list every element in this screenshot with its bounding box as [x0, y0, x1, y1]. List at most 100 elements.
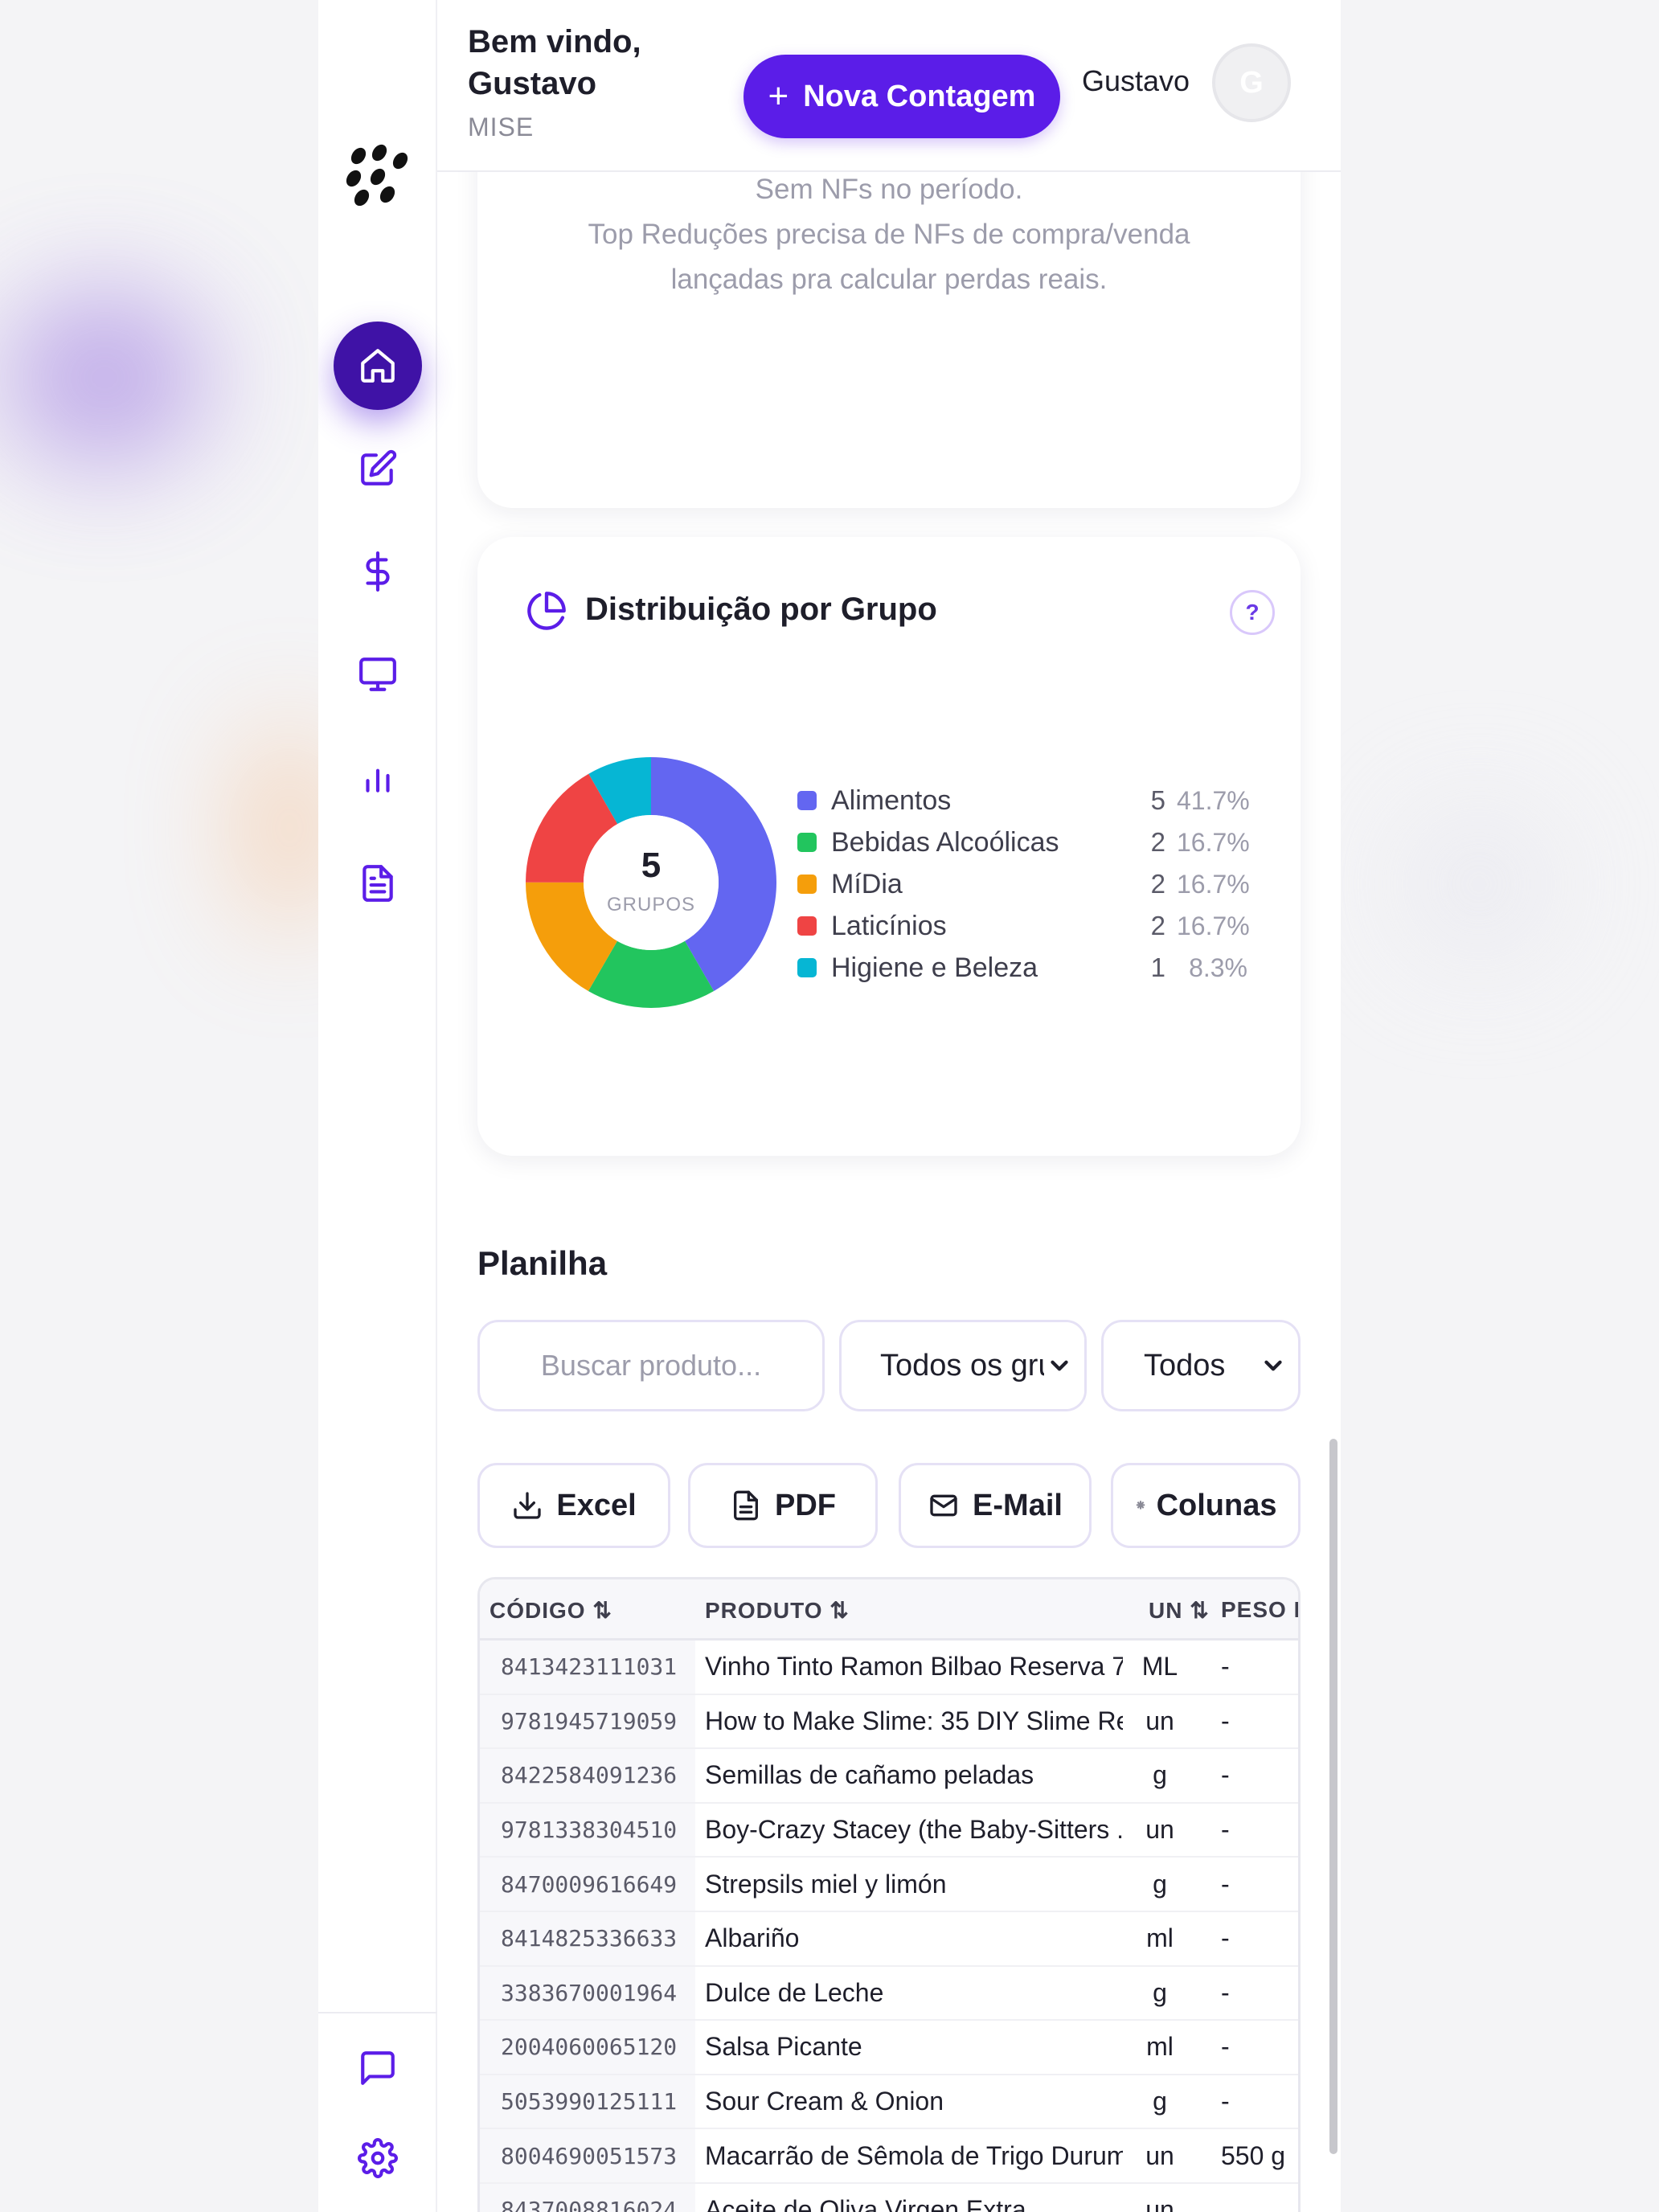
bar-chart-icon [366, 768, 390, 793]
nav-reports[interactable] [334, 733, 422, 821]
cell-weight: - [1221, 1869, 1230, 1899]
help-button[interactable]: ? [1230, 590, 1275, 635]
cell-product: Macarrão de Sêmola de Trigo Durum... [705, 2140, 1123, 2170]
cell-unit: ML [1141, 1652, 1178, 1682]
cell-product: Semillas de cañamo peladas [705, 1760, 1034, 1790]
legend-percent: 16.7% [1177, 869, 1250, 899]
export-excel-button[interactable]: Excel [477, 1463, 670, 1548]
column-header-code[interactable]: CÓDIGO ⇅ [490, 1597, 612, 1624]
chevron-down-icon [1264, 1360, 1282, 1371]
cell-code: 8470009616649 [480, 1858, 695, 1911]
nav-home[interactable] [334, 322, 422, 410]
cell-code: 9781338304510 [480, 1803, 695, 1857]
status-filter-select[interactable]: Todos [1101, 1320, 1301, 1411]
table-row[interactable]: 3383670001964 Dulce de Leche g - [480, 1966, 1298, 2022]
search-input[interactable] [480, 1322, 822, 1409]
empty-message-line2: Top Reduções precisa de NFs de compra/ve… [588, 219, 1190, 250]
send-email-button[interactable]: E-Mail [899, 1463, 1092, 1548]
legend-percent: 16.7% [1177, 911, 1250, 940]
donut-center-value: 5 [641, 846, 662, 885]
cell-code: 8004690051573 [480, 2129, 695, 2182]
legend-count: 1 [1150, 952, 1165, 982]
cell-unit: g [1153, 1760, 1167, 1790]
cell-unit: ml [1146, 2032, 1174, 2062]
monitor-icon [359, 657, 396, 691]
column-header-product[interactable]: PRODUTO ⇅ [705, 1597, 850, 1624]
legend-swatch [797, 875, 817, 894]
cell-code: 8422584091236 [480, 1749, 695, 1802]
excel-label: Excel [556, 1488, 637, 1522]
nav-chat[interactable] [334, 2024, 422, 2112]
cell-weight: - [1221, 1706, 1230, 1735]
nav-edit[interactable] [334, 424, 422, 513]
chat-icon [361, 2051, 395, 2085]
spreadsheet-title: Planilha [477, 1244, 608, 1282]
cell-unit: g [1153, 1869, 1167, 1899]
column-header-unit[interactable]: UN ⇅ [1149, 1597, 1210, 1624]
legend-label: Alimentos [831, 784, 952, 816]
legend-item[interactable]: Alimentos 5 41.7% [797, 780, 1250, 821]
scrollbar[interactable] [1329, 1439, 1337, 2154]
avatar[interactable]: G [1212, 43, 1291, 122]
table-header: CÓDIGO ⇅ PRODUTO ⇅ UN ⇅ PESO B [480, 1579, 1298, 1641]
table-row[interactable]: 8422584091236 Semillas de cañamo peladas g… [480, 1749, 1298, 1804]
group-distribution-card: Distribuição por Grupo ? 5 GRUPOS Alimen… [477, 537, 1301, 1156]
cell-product: Strepsils miel y limón [705, 1869, 947, 1899]
pie-chart-icon [527, 592, 566, 630]
app-window: Bem vindo, Gustavo MISE + Nova Contagem … [318, 0, 1341, 2212]
distribution-title: Distribuição por Grupo [585, 592, 937, 627]
table-row[interactable]: 2004060065120 Salsa Picante ml - [480, 2021, 1298, 2075]
legend-item[interactable]: MíDia 2 16.7% [797, 863, 1250, 905]
cell-unit: g [1153, 1977, 1167, 2007]
legend-count: 2 [1150, 911, 1165, 940]
sidebar-divider [318, 2012, 437, 2013]
legend-item[interactable]: Higiene e Beleza 1 8.3% [797, 947, 1247, 989]
legend-swatch [797, 791, 817, 810]
export-pdf-button[interactable]: PDF [688, 1463, 878, 1548]
cell-weight: - [1221, 2032, 1230, 2062]
nav-finance[interactable] [334, 527, 422, 616]
search-field[interactable] [477, 1320, 825, 1411]
user-name[interactable]: Gustavo [1082, 64, 1190, 98]
table-row[interactable]: 8004690051573 Macarrão de Sêmola de Trigo… [480, 2129, 1298, 2184]
new-count-button[interactable]: + Nova Contagem [743, 55, 1060, 138]
file-icon [734, 1490, 758, 1521]
cell-product: Vinho Tinto Ramon Bilbao Reserva 75... [705, 1652, 1123, 1682]
column-header-weight[interactable]: PESO B [1221, 1597, 1298, 1623]
legend-count: 5 [1150, 785, 1165, 815]
welcome-title: Bem vindo, Gustavo [468, 24, 641, 101]
mise-logo[interactable] [342, 141, 413, 207]
cell-unit: un [1145, 1706, 1174, 1735]
table-row[interactable]: 9781945719059 How to Make Slime: 35 DIY S… [480, 1694, 1298, 1750]
table-row[interactable]: 9781338304510 Boy-Crazy Stacey (the Baby-… [480, 1803, 1298, 1858]
legend-item[interactable]: Laticínios 2 16.7% [797, 905, 1250, 947]
table-row[interactable]: 8413423111031 Vinho Tinto Ramon Bilbao Re… [480, 1641, 1298, 1695]
cell-weight: - [1221, 1760, 1230, 1790]
cell-weight: - [1221, 1977, 1230, 2007]
empty-message-line1: Sem NFs no período. [755, 174, 1023, 205]
legend-count: 2 [1150, 827, 1165, 857]
nav-settings[interactable] [334, 2114, 422, 2202]
cell-weight: - [1221, 1923, 1230, 1953]
cell-code: 2004060065120 [480, 2021, 695, 2074]
table-row[interactable]: 5053990125111 Sour Cream & Onion g - [480, 2075, 1298, 2130]
nav-monitor[interactable] [334, 630, 422, 719]
nav-documents[interactable] [334, 839, 422, 928]
legend-swatch [797, 958, 817, 977]
chevron-down-icon [1051, 1360, 1068, 1371]
cell-code: 8413423111031 [480, 1641, 695, 1694]
legend-label: Bebidas Alcoólicas [831, 826, 1059, 858]
cell-unit: un [1145, 1815, 1174, 1845]
table-row[interactable]: 8414825336633 Albariño ml - [480, 1911, 1298, 1967]
table-row[interactable]: 8470009616649 Strepsils miel y limón g - [480, 1858, 1298, 1912]
home-icon [361, 349, 395, 383]
group-filter-select[interactable]: Todos os grupos [839, 1320, 1087, 1411]
columns-button[interactable]: ⁕ Colunas [1111, 1463, 1301, 1548]
organization-name: MISE [468, 113, 535, 141]
cell-product: Aceite de Oliva Virgen Extra [705, 2195, 1026, 2212]
table-row[interactable]: 8437008816024 Aceite de Oliva Virgen Extr… [480, 2183, 1298, 2212]
cell-product: Salsa Picante [705, 2032, 862, 2062]
avatar-initial: G [1239, 65, 1264, 100]
cell-product: Dulce de Leche [705, 1977, 884, 2007]
legend-item[interactable]: Bebidas Alcoólicas 2 16.7% [797, 821, 1250, 863]
